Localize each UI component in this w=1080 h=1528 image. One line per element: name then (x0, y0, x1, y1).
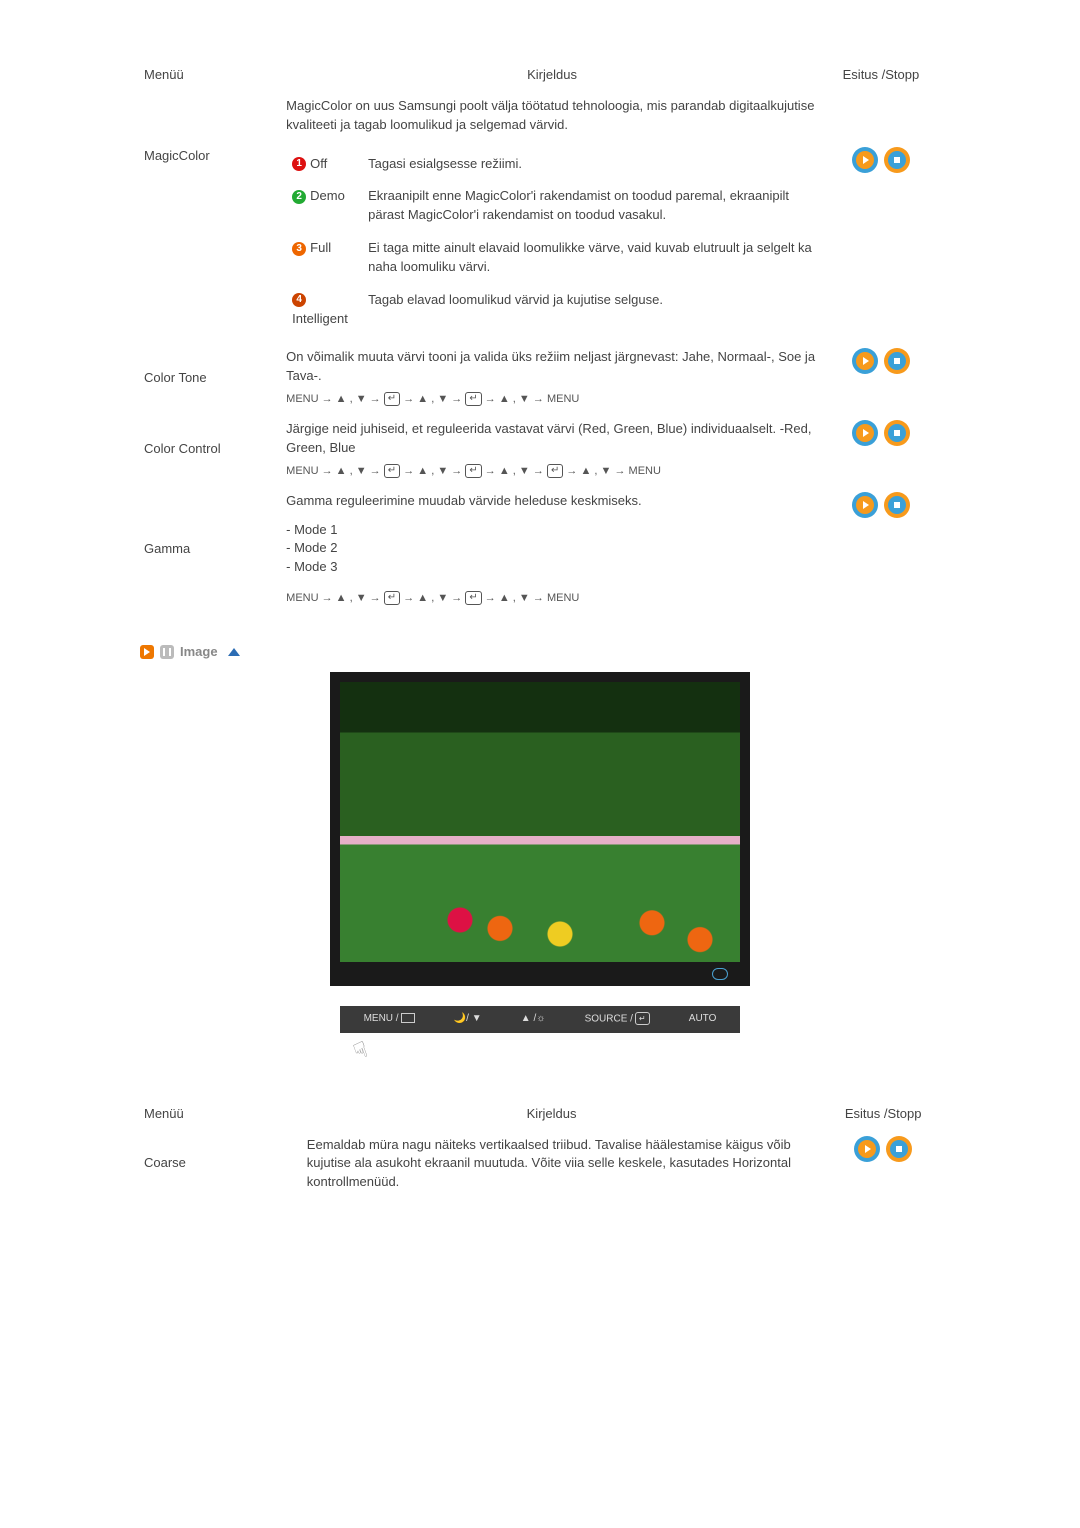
coarse-row: Coarse Eemaldab müra nagu näiteks vertik… (140, 1130, 940, 1199)
opt-off-label: Off (310, 156, 327, 171)
header-play: Esitus /Stopp (822, 60, 940, 91)
bullet-1-icon: 1 (292, 157, 306, 171)
enter-icon: ↵ (465, 392, 481, 406)
bullet-2-icon: 2 (292, 190, 306, 204)
coarse-desc: Eemaldab müra nagu näiteks vertikaalsed … (307, 1136, 823, 1193)
image-heading-text: Image (180, 643, 218, 662)
up-triangle-icon (228, 648, 240, 656)
gamma-mode1: - Mode 1 (286, 521, 818, 540)
gamma-mode3: - Mode 3 (286, 558, 818, 577)
magiccolor-intro: MagicColor on uus Samsungi poolt välja t… (282, 91, 822, 141)
enter-icon: ↵ (384, 591, 400, 605)
enter-icon: ↵ (465, 464, 481, 478)
colortone-desc: On võimalik muuta värvi tooni ja valida … (286, 348, 818, 386)
play-button[interactable] (852, 420, 878, 446)
coarse-title: Coarse (140, 1130, 277, 1199)
colorcontrol-title: Color Control (140, 414, 282, 486)
monitor-power-icon (712, 968, 728, 980)
play-button[interactable] (852, 492, 878, 518)
table-header-row: Menüü Kirjeldus Esitus /Stopp (140, 60, 940, 91)
header-menu-2: Menüü (140, 1099, 277, 1130)
bar-source-button[interactable]: SOURCE /↵ (585, 1012, 650, 1027)
monitor-control-bar: MENU / 🌙/ ▼ ▲ /☼ SOURCE /↵ AUTO ☟ (340, 1006, 740, 1069)
play-button[interactable] (852, 147, 878, 173)
header-desc: Kirjeldus (282, 60, 822, 91)
opt-demo-label: Demo (310, 188, 345, 203)
magiccolor-intro-row: MagicColor on uus Samsungi poolt välja t… (140, 91, 940, 141)
colorcontrol-row: Color Control Järgige neid juhiseid, et … (140, 414, 940, 486)
colortone-row: Color Tone On võimalik muuta värvi tooni… (140, 342, 940, 414)
enter-icon: ↵ (547, 464, 563, 478)
magiccolor-row: MagicColor 1 Off Tagasi esialgsesse režii… (140, 141, 940, 343)
table-header-row-2: Menüü Kirjeldus Esitus /Stopp (140, 1099, 940, 1130)
stop-button[interactable] (886, 1136, 912, 1162)
menu-rect-icon (401, 1013, 415, 1023)
header-desc-2: Kirjeldus (277, 1099, 827, 1130)
stop-button[interactable] (884, 348, 910, 374)
colorcontrol-nav: MENU → ▲ , ▼ → ↵ → ▲ , ▼ → ↵ → ▲ , ▼ → ↵… (286, 464, 818, 480)
opt-demo-desc: Ekraanipilt enne MagicColor'i rakendamis… (364, 181, 816, 231)
stop-button[interactable] (884, 492, 910, 518)
gamma-title: Gamma (140, 486, 282, 613)
opt-intelligent-desc: Tagab elavad loomulikud värvid ja kujuti… (364, 285, 816, 335)
bar-menu-button[interactable]: MENU / (364, 1012, 415, 1027)
opt-off-desc: Tagasi esialgsesse režiimi. (364, 149, 816, 180)
gamma-mode2: - Mode 2 (286, 539, 818, 558)
enter-icon: ↵ (384, 464, 400, 478)
header-menu: Menüü (140, 60, 282, 91)
bullet-4-icon: 4 (292, 293, 306, 307)
bar-auto-button[interactable]: AUTO (689, 1012, 717, 1027)
monitor-preview (330, 672, 750, 986)
cursor-icon: ☟ (349, 1033, 373, 1068)
bar-sun-button[interactable]: ▲ /☼ (521, 1012, 546, 1027)
enter-icon: ↵ (465, 591, 481, 605)
bullet-3-icon: 3 (292, 242, 306, 256)
enter-icon: ↵ (635, 1012, 650, 1026)
bar-brightness-button[interactable]: 🌙/ ▼ (454, 1012, 482, 1027)
play-box-icon (140, 645, 154, 659)
header-play-2: Esitus /Stopp (826, 1099, 940, 1130)
gamma-nav: MENU → ▲ , ▼ → ↵ → ▲ , ▼ → ↵ → ▲ , ▼ → M… (286, 591, 818, 607)
enter-icon: ↵ (384, 392, 400, 406)
gamma-row: Gamma Gamma reguleerimine muudab värvide… (140, 486, 940, 613)
opt-intelligent-label: Intelligent (292, 311, 348, 326)
play-button[interactable] (854, 1136, 880, 1162)
gamma-desc: Gamma reguleerimine muudab värvide heled… (286, 492, 818, 511)
magiccolor-title: MagicColor (140, 141, 282, 343)
opt-full-desc: Ei taga mitte ainult elavaid loomulikke … (364, 233, 816, 283)
garden-image (340, 682, 740, 962)
image-section-heading: Image (140, 643, 940, 662)
colortone-title: Color Tone (140, 342, 282, 414)
opt-full-label: Full (310, 240, 331, 255)
stop-button[interactable] (884, 420, 910, 446)
colortone-nav: MENU → ▲ , ▼ → ↵ → ▲ , ▼ → ↵ → ▲ , ▼ → M… (286, 392, 818, 408)
stop-button[interactable] (884, 147, 910, 173)
colorcontrol-desc: Järgige neid juhiseid, et reguleerida va… (286, 420, 818, 458)
play-button[interactable] (852, 348, 878, 374)
pause-box-icon (160, 645, 174, 659)
